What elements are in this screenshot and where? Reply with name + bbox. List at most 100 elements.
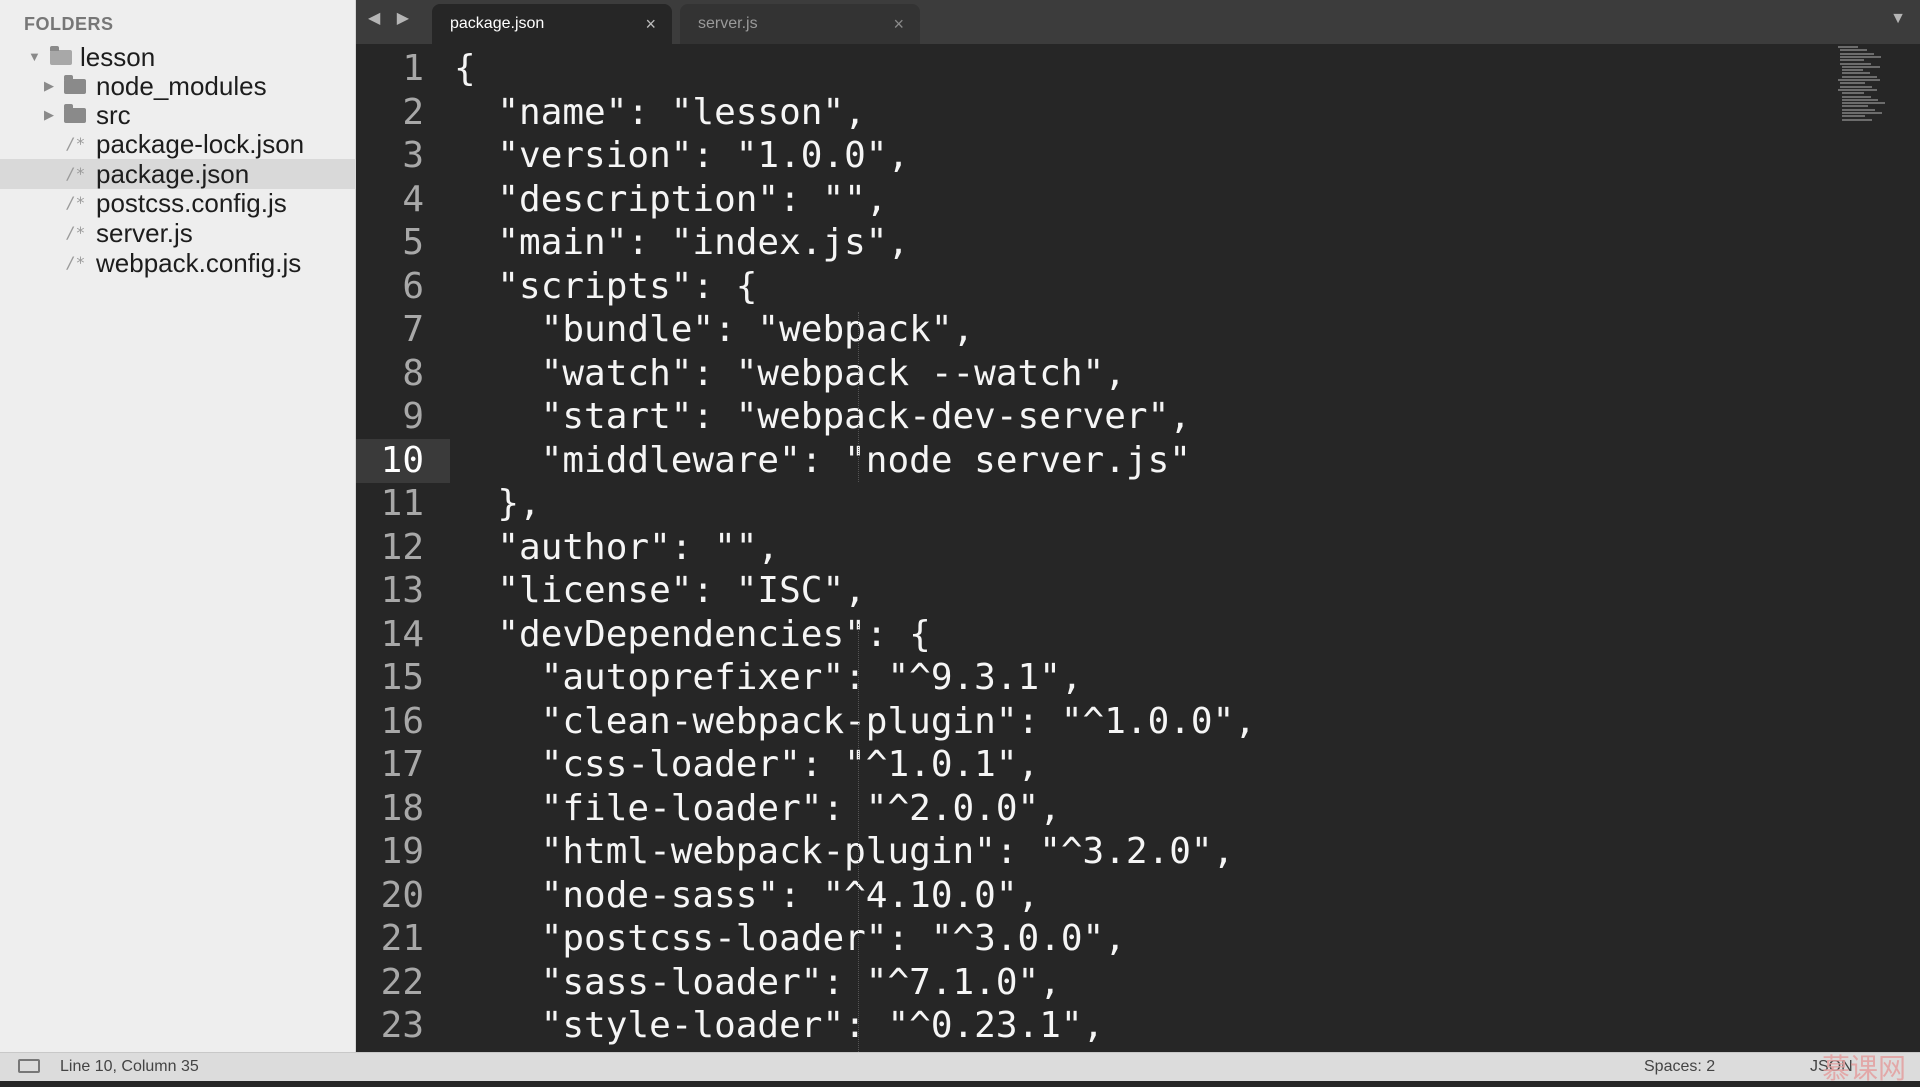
indentation-setting[interactable]: Spaces: 2 bbox=[1644, 1058, 1715, 1076]
code-line[interactable]: "author": "", bbox=[454, 526, 779, 570]
minimap-line bbox=[1842, 65, 1880, 68]
code-editor[interactable]: 1 2 3 4 5 6 7 8 9 10 11 12 13 14 15 16 17 18 19 20 21 22 23 { … bbox=[356, 44, 1920, 1052]
minimap-line bbox=[1840, 82, 1865, 85]
line-number: 15 bbox=[380, 657, 424, 698]
line-number: 21 bbox=[380, 918, 424, 959]
file-icon: /* bbox=[66, 253, 86, 272]
line-number: 1 bbox=[402, 48, 424, 89]
code-line[interactable]: "css-loader": "^1.0.1", bbox=[454, 743, 1040, 787]
line-number: 23 bbox=[380, 1005, 424, 1046]
code-line[interactable]: "license": "ISC", bbox=[454, 569, 865, 613]
tab-bar: ◀ ▶ package.json × server.js × ▼ bbox=[356, 0, 1920, 44]
minimap-line bbox=[1842, 118, 1872, 121]
close-icon[interactable]: × bbox=[893, 4, 904, 44]
watermark-logo: 慕课网 bbox=[1821, 1052, 1906, 1085]
panel-toggle-icon[interactable] bbox=[18, 1059, 40, 1073]
folder-open-icon bbox=[50, 46, 72, 65]
tab-server-js[interactable]: server.js × bbox=[680, 4, 920, 44]
folder-src[interactable]: ▶ src bbox=[0, 100, 356, 130]
code-line[interactable]: "start": "webpack-dev-server", bbox=[454, 395, 1191, 439]
line-number: 14 bbox=[380, 613, 424, 655]
code-line[interactable]: "main": "index.js", bbox=[454, 221, 909, 265]
minimap-line bbox=[1842, 115, 1865, 118]
file-server-js[interactable]: /* server.js bbox=[0, 218, 356, 248]
line-number: 2 bbox=[402, 91, 424, 133]
line-number: 11 bbox=[380, 483, 424, 524]
code-line[interactable]: "scripts": { bbox=[454, 265, 757, 309]
file-package-json[interactable]: /* package.json bbox=[0, 159, 356, 189]
minimap-line bbox=[1842, 72, 1870, 75]
code-line[interactable]: "file-loader": "^2.0.0", bbox=[454, 787, 1061, 831]
tab-package-json[interactable]: package.json × bbox=[432, 4, 672, 44]
code-line[interactable]: { bbox=[454, 47, 476, 91]
minimap[interactable] bbox=[1836, 46, 1894, 126]
minimap-line bbox=[1842, 75, 1877, 78]
code-line[interactable]: "name": "lesson", bbox=[454, 91, 865, 135]
code-line[interactable]: "clean-webpack-plugin": "^1.0.0", bbox=[454, 700, 1256, 744]
close-icon[interactable]: × bbox=[645, 4, 656, 44]
line-number: 20 bbox=[380, 874, 424, 916]
code-line[interactable]: "devDependencies": { bbox=[454, 613, 930, 657]
folders-heading: FOLDERS bbox=[24, 14, 114, 34]
file-label: webpack.config.js bbox=[96, 248, 302, 278]
chevron-down-icon[interactable]: ▼ bbox=[28, 42, 41, 72]
folder-node-modules[interactable]: ▶ node_modules bbox=[0, 71, 356, 101]
line-number: 22 bbox=[380, 961, 424, 1003]
code-line[interactable]: "sass-loader": "^7.1.0", bbox=[454, 961, 1061, 1005]
minimap-line bbox=[1842, 69, 1863, 72]
tab-label: server.js bbox=[698, 15, 758, 32]
file-package-lock-json[interactable]: /* package-lock.json bbox=[0, 129, 356, 159]
line-number: 19 bbox=[380, 831, 424, 872]
minimap-line bbox=[1838, 79, 1880, 81]
chevron-right-icon[interactable]: ▶ bbox=[44, 100, 54, 130]
file-icon: /* bbox=[66, 223, 86, 242]
file-label: package-lock.json bbox=[96, 129, 305, 159]
code-line[interactable]: "watch": "webpack --watch", bbox=[454, 352, 1126, 396]
code-line[interactable]: "bundle": "webpack", bbox=[454, 308, 974, 352]
file-label: postcss.config.js bbox=[96, 188, 287, 218]
minimap-line bbox=[1840, 59, 1864, 62]
cursor-position: Line 10, Column 35 bbox=[60, 1058, 199, 1075]
folder-label: lesson bbox=[80, 42, 156, 72]
sidebar: FOLDERS ▼ lesson ▶ node_modules ▶ src /*… bbox=[0, 0, 356, 1052]
code-line[interactable]: }, bbox=[454, 482, 540, 526]
code-line[interactable]: "postcss-loader": "^3.0.0", bbox=[454, 917, 1126, 961]
minimap-line bbox=[1838, 46, 1858, 48]
file-postcss-config-js[interactable]: /* postcss.config.js bbox=[0, 188, 356, 218]
status-bar: Line 10, Column 35 Spaces: 2 JSON 慕课网 bbox=[0, 1052, 1920, 1085]
code-line[interactable]: "style-loader": "^0.23.1", bbox=[454, 1004, 1105, 1048]
indent-guide bbox=[858, 312, 859, 482]
line-number: 17 bbox=[380, 744, 424, 785]
minimap-line bbox=[1840, 85, 1872, 88]
minimap-line bbox=[1840, 62, 1871, 65]
chevron-right-icon[interactable]: ▶ bbox=[44, 71, 54, 101]
minimap-line bbox=[1842, 95, 1871, 98]
line-number: 8 bbox=[402, 352, 424, 394]
tab-label: package.json bbox=[450, 15, 545, 32]
minimap-line bbox=[1842, 92, 1864, 95]
code-line[interactable]: "middleware": "node server.js" bbox=[454, 439, 1191, 483]
folder-icon bbox=[64, 104, 86, 123]
nav-arrows-icon[interactable]: ◀ ▶ bbox=[368, 8, 415, 28]
code-line[interactable]: "html-webpack-plugin": "^3.2.0", bbox=[454, 830, 1235, 874]
code-line[interactable]: "description": "", bbox=[454, 178, 887, 222]
line-number: 6 bbox=[402, 265, 424, 307]
folder-label: src bbox=[96, 100, 131, 130]
line-number: 4 bbox=[402, 178, 424, 220]
folder-lesson[interactable]: ▼ lesson bbox=[0, 42, 356, 72]
file-label: package.json bbox=[96, 159, 250, 189]
line-number: 9 bbox=[402, 396, 424, 437]
tab-menu-icon[interactable]: ▼ bbox=[1890, 10, 1906, 28]
line-number: 10 bbox=[380, 439, 424, 481]
code-line[interactable]: "version": "1.0.0", bbox=[454, 134, 909, 178]
file-webpack-config-js[interactable]: /* webpack.config.js bbox=[0, 248, 356, 278]
minimap-line bbox=[1840, 52, 1874, 55]
code-line[interactable]: "node-sass": "^4.10.0", bbox=[454, 874, 1040, 918]
line-number: 3 bbox=[402, 135, 424, 176]
minimap-line bbox=[1842, 112, 1882, 114]
indent-guide bbox=[858, 624, 859, 1052]
code-line[interactable]: "autoprefixer": "^9.3.1", bbox=[454, 656, 1083, 700]
folder-icon bbox=[64, 75, 86, 94]
file-label: server.js bbox=[96, 218, 193, 248]
minimap-line bbox=[1842, 102, 1885, 105]
